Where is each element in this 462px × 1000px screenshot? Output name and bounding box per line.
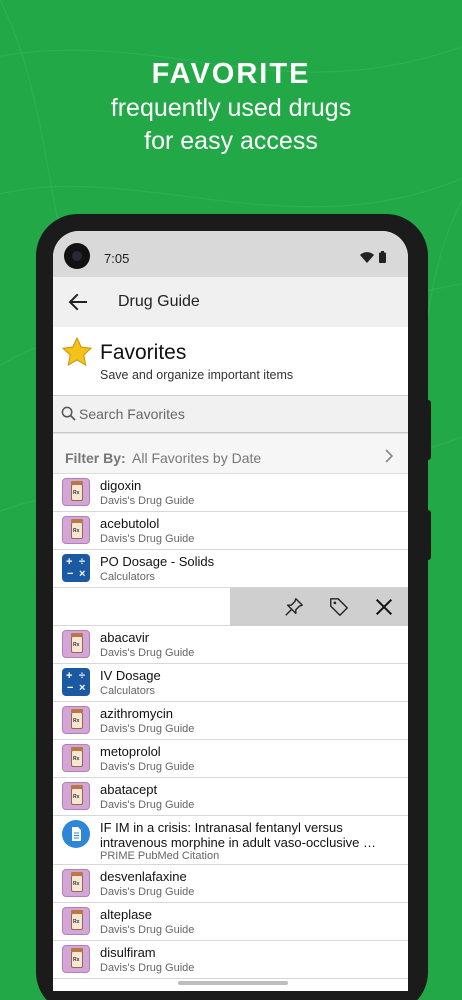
item-subtitle: Davis's Drug Guide xyxy=(100,924,195,936)
phone-screen: 7:05 Drug Guide Favorites Save and organ… xyxy=(53,231,408,991)
close-icon[interactable] xyxy=(373,596,395,618)
list-item[interactable]: Rx disulfiram Davis's Drug Guide xyxy=(53,941,408,979)
item-subtitle: Davis's Drug Guide xyxy=(100,886,195,898)
list-item[interactable]: Rx metoprolol Davis's Drug Guide xyxy=(53,740,408,778)
list-item[interactable]: Rx desvenlafaxine Davis's Drug Guide xyxy=(53,865,408,903)
battery-icon xyxy=(379,251,386,263)
favorites-subtitle: Save and organize important items xyxy=(100,368,294,382)
star-icon xyxy=(61,336,93,366)
app-bar-title: Drug Guide xyxy=(118,293,200,310)
item-title: PO Dosage - Solids xyxy=(100,554,215,569)
status-time: 7:05 xyxy=(104,251,130,266)
item-subtitle: Davis's Drug Guide xyxy=(100,761,195,773)
item-title: acebutolol xyxy=(100,516,160,531)
promo-header: FAVORITE frequently used drugs for easy … xyxy=(0,56,462,158)
search-bar xyxy=(53,396,408,433)
document-icon xyxy=(62,820,90,848)
favorites-title: Favorites xyxy=(100,341,187,364)
filter-value: All Favorites by Date xyxy=(132,450,262,466)
list-item[interactable]: Rx alteplase Davis's Drug Guide xyxy=(53,903,408,941)
home-indicator xyxy=(178,981,288,985)
list-item[interactable]: Rx azithromycin Davis's Drug Guide xyxy=(53,702,408,740)
calculator-icon: + ÷ − × xyxy=(62,554,90,582)
tag-icon[interactable] xyxy=(328,596,350,618)
item-subtitle: Davis's Drug Guide xyxy=(100,495,195,507)
item-title: digoxin xyxy=(100,478,142,493)
rx-bottle-icon: Rx xyxy=(62,945,90,973)
status-bar: 7:05 xyxy=(53,231,408,277)
search-icon xyxy=(61,406,76,421)
rx-bottle-icon: Rx xyxy=(62,706,90,734)
item-title: alteplase xyxy=(100,907,153,922)
swipe-actions xyxy=(230,588,408,626)
list-item[interactable]: IF IM in a crisis: Intranasal fentanyl v… xyxy=(53,816,408,865)
chevron-right-icon xyxy=(385,449,394,463)
list-item[interactable]: Rx abatacept Davis's Drug Guide xyxy=(53,778,408,816)
phone-power-button xyxy=(427,510,431,560)
filter-selector[interactable]: Filter By: All Favorites by Date xyxy=(53,433,408,474)
list-item[interactable]: + ÷ − × PO Dosage - Solids Calculators xyxy=(53,550,408,588)
item-subtitle: Davis's Drug Guide xyxy=(100,533,195,545)
calculator-icon: + ÷ − × xyxy=(62,668,90,696)
wifi-icon xyxy=(360,251,374,263)
item-title: abatacept xyxy=(100,782,158,797)
item-subtitle: Davis's Drug Guide xyxy=(100,647,195,659)
item-subtitle: Davis's Drug Guide xyxy=(100,799,195,811)
app-bar: Drug Guide xyxy=(53,277,408,327)
swiped-list-item[interactable] xyxy=(53,588,408,626)
list-item[interactable]: Rx acebutolol Davis's Drug Guide xyxy=(53,512,408,550)
rx-bottle-icon: Rx xyxy=(62,744,90,772)
arrow-left-icon[interactable] xyxy=(66,290,90,314)
rx-bottle-icon: Rx xyxy=(62,478,90,506)
filter-label: Filter By: xyxy=(65,450,126,466)
item-subtitle: Calculators xyxy=(100,571,156,583)
promo-subtitle-line1: frequently used drugs xyxy=(110,94,352,122)
favorites-header: Favorites Save and organize important it… xyxy=(53,327,408,396)
rx-bottle-icon: Rx xyxy=(62,869,90,897)
item-subtitle: PRIME PubMed Citation xyxy=(100,850,220,862)
item-subtitle: Davis's Drug Guide xyxy=(100,723,195,735)
item-title: metoprolol xyxy=(100,744,161,759)
list-item[interactable]: Rx abacavir Davis's Drug Guide xyxy=(53,626,408,664)
item-subtitle: Davis's Drug Guide xyxy=(100,962,195,974)
rx-bottle-icon: Rx xyxy=(62,907,90,935)
promo-subtitle-line2: for easy access xyxy=(144,127,318,155)
search-input[interactable] xyxy=(79,401,399,427)
item-title: disulfiram xyxy=(100,945,156,960)
rx-bottle-icon: Rx xyxy=(62,516,90,544)
item-subtitle: Calculators xyxy=(100,685,156,697)
item-title: IV Dosage xyxy=(100,668,161,683)
item-title: abacavir xyxy=(100,630,150,645)
rx-bottle-icon: Rx xyxy=(62,782,90,810)
camera-cutout xyxy=(64,243,90,269)
item-title: azithromycin xyxy=(100,706,173,721)
item-title: desvenlafaxine xyxy=(100,869,187,884)
list-item[interactable]: + ÷ − × IV Dosage Calculators xyxy=(53,664,408,702)
phone-volume-button xyxy=(427,400,431,460)
favorites-list: Rx digoxin Davis's Drug Guide Rx acebuto… xyxy=(53,474,408,979)
item-title: IF IM in a crisis: Intranasal fentanyl v… xyxy=(100,820,377,850)
rx-bottle-icon: Rx xyxy=(62,630,90,658)
promo-title: FAVORITE xyxy=(151,58,311,90)
list-item[interactable]: Rx digoxin Davis's Drug Guide xyxy=(53,474,408,512)
pin-icon[interactable] xyxy=(283,596,305,618)
